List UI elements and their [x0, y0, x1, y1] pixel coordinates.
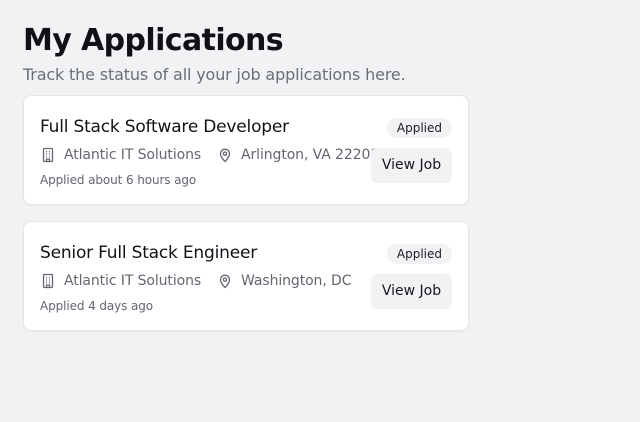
page-subtitle: Track the status of all your job applica… — [23, 65, 406, 84]
building-icon — [40, 147, 56, 163]
company-name: Atlantic IT Solutions — [64, 147, 202, 163]
page-title: My Applications — [23, 23, 284, 59]
job-location: Arlington, VA 22201 — [241, 147, 380, 163]
view-job-button[interactable]: View Job — [371, 148, 452, 183]
job-title: Senior Full Stack Engineer — [40, 243, 257, 263]
company-name: Atlantic IT Solutions — [64, 273, 202, 289]
job-title: Full Stack Software Developer — [40, 117, 289, 137]
status-badge: Applied — [386, 244, 452, 264]
applied-time: Applied about 6 hours ago — [40, 173, 197, 187]
job-meta: Atlantic IT Solutions Washington, DC — [40, 271, 351, 291]
job-meta: Atlantic IT Solutions Arlington, VA 2220… — [40, 145, 379, 165]
applied-time: Applied 4 days ago — [40, 299, 154, 313]
building-icon — [40, 273, 56, 289]
status-badge: Applied — [386, 118, 452, 138]
map-pin-icon — [217, 273, 233, 289]
application-card: Senior Full Stack Engineer Atlantic IT S… — [23, 221, 469, 331]
view-job-button[interactable]: View Job — [371, 274, 452, 309]
job-location: Washington, DC — [241, 273, 352, 289]
map-pin-icon — [217, 147, 233, 163]
application-card: Full Stack Software Developer Atlantic I… — [23, 95, 469, 205]
